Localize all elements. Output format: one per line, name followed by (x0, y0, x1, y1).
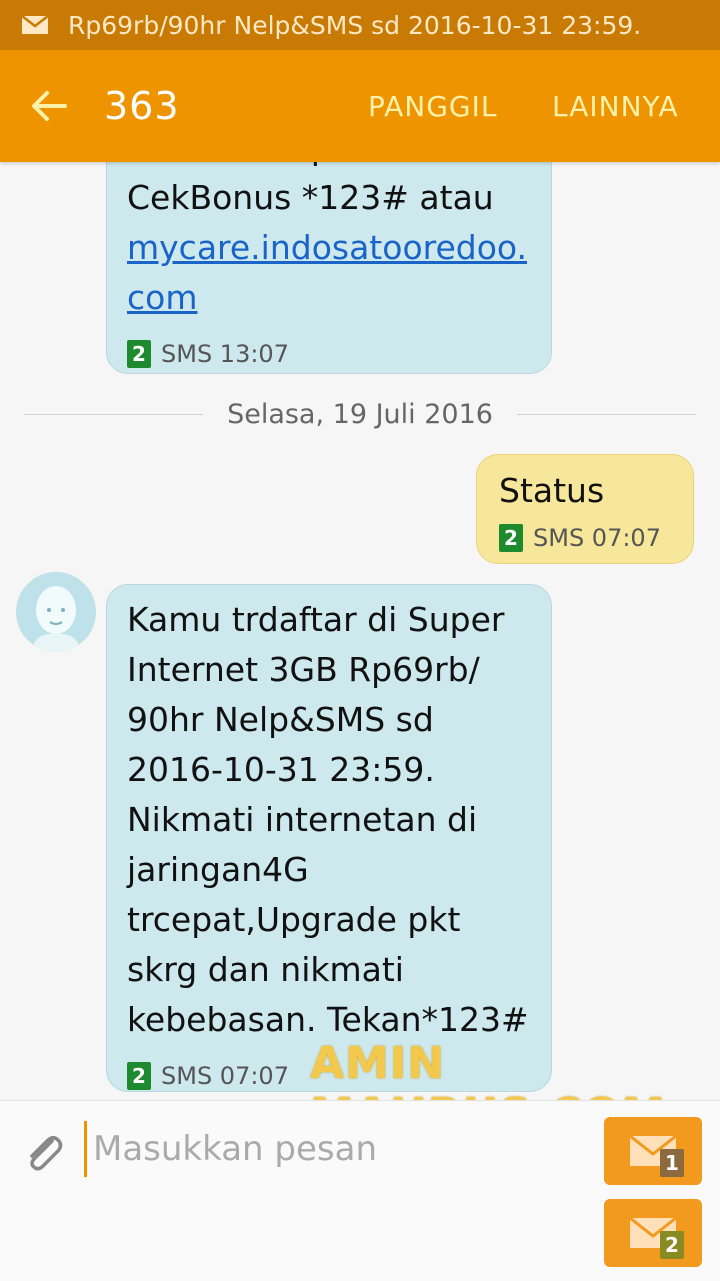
message-time: SMS 07:07 (161, 1062, 289, 1090)
mail-icon (22, 16, 48, 34)
contact-avatar[interactable] (16, 572, 96, 652)
arrow-left-icon (32, 91, 67, 121)
sim-2-icon: 2 (499, 524, 523, 552)
message-text: Status (499, 471, 605, 510)
date-separator: Selasa, 19 Juli 2016 (24, 394, 697, 434)
sim-2-icon: 2 (127, 1062, 151, 1090)
message-text: CekBonus *123# atau (127, 178, 494, 217)
conversation-list[interactable]: masa aktif paket. CekBonus *123# atau my… (0, 162, 720, 1100)
call-button[interactable]: PANGGIL (368, 50, 497, 162)
sim-2-badge: 2 (660, 1231, 684, 1259)
person-face-icon (16, 572, 96, 652)
message-time: SMS 13:07 (161, 340, 289, 368)
sim-2-icon: 2 (127, 340, 151, 368)
message-text: Kamu trdaftar di Super Internet 3GB Rp69… (127, 600, 529, 1039)
more-button[interactable]: LAINNYA (552, 50, 679, 162)
divider-left (24, 413, 204, 415)
sim-1-badge: 1 (660, 1149, 684, 1177)
status-bar: Rp69rb/90hr Nelp&SMS sd 2016-10-31 23:59… (0, 0, 720, 50)
status-ticker: Rp69rb/90hr Nelp&SMS sd 2016-10-31 23:59… (68, 10, 642, 40)
send-sim1-button[interactable]: 1 (604, 1117, 702, 1185)
message-bubble-incoming[interactable]: masa aktif paket. CekBonus *123# atau my… (106, 162, 552, 374)
attach-button[interactable] (22, 1131, 66, 1175)
paperclip-icon (30, 1136, 63, 1171)
message-bubble-outgoing[interactable]: Status 2 SMS 07:07 (476, 454, 694, 564)
message-time: SMS 07:07 (533, 524, 661, 552)
date-label: Selasa, 19 Juli 2016 (227, 398, 493, 430)
message-input[interactable]: Masukkan pesan (84, 1121, 584, 1177)
message-meta: 2 SMS 13:07 (127, 329, 531, 379)
composer: Masukkan pesan 1 2 (0, 1100, 720, 1281)
divider-right (516, 413, 697, 415)
message-link[interactable]: mycare.indosatooredoo. com (127, 223, 531, 323)
send-sim2-button[interactable]: 2 (604, 1199, 702, 1267)
message-meta: 2 SMS 07:07 (499, 513, 675, 563)
conversation-title: 363 (104, 84, 180, 128)
back-button[interactable] (24, 81, 74, 131)
message-bubble-incoming[interactable]: Kamu trdaftar di Super Internet 3GB Rp69… (106, 584, 552, 1092)
message-text-partial: masa aktif paket. (127, 162, 531, 173)
app-bar: 363 PANGGIL LAINNYA (0, 50, 720, 162)
